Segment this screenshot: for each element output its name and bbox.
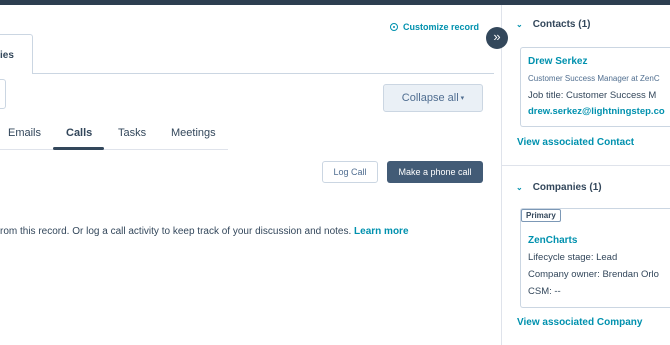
company-name-link[interactable]: ZenCharts bbox=[528, 235, 577, 246]
contacts-section-title: Contacts (1) bbox=[532, 19, 591, 30]
active-tab-indicator bbox=[53, 147, 104, 150]
contact-email-link[interactable]: drew.serkez@lightningstep.co bbox=[528, 106, 665, 117]
activity-tabs: Emails Calls Tasks Meetings bbox=[0, 124, 228, 150]
log-call-button[interactable]: Log Call bbox=[322, 161, 378, 183]
contacts-section-header[interactable]: ⌄ Contacts (1) bbox=[516, 19, 591, 30]
double-chevron-icon: » bbox=[493, 29, 501, 44]
caret-down-icon: ▾ bbox=[460, 95, 465, 102]
companies-section-title: Companies (1) bbox=[532, 182, 602, 193]
empty-state-text: rom this record. Or log a call activity … bbox=[0, 226, 352, 237]
companies-section-header[interactable]: ⌄ Companies (1) bbox=[516, 182, 602, 193]
primary-badge: Primary bbox=[521, 209, 561, 222]
tab-tasks[interactable]: Tasks bbox=[118, 127, 146, 139]
record-tab-active[interactable]: ies bbox=[0, 34, 33, 74]
search-input[interactable] bbox=[0, 79, 6, 109]
make-phone-call-button[interactable]: Make a phone call bbox=[387, 161, 483, 183]
company-card: Primary ZenCharts Lifecycle stage: Lead … bbox=[520, 208, 670, 308]
customize-record-label: Customize record bbox=[403, 22, 480, 32]
company-csm: CSM: -- bbox=[528, 286, 561, 297]
log-call-label: Log Call bbox=[333, 167, 367, 177]
right-sidebar: ⌄ Contacts (1) Drew Serkez Customer Succ… bbox=[502, 5, 670, 345]
collapse-all-label: Collapse all bbox=[401, 92, 459, 104]
learn-more-link[interactable]: Learn more bbox=[354, 226, 408, 237]
contact-card: Drew Serkez Customer Success Manager at … bbox=[520, 47, 670, 127]
expand-sidebar-toggle[interactable]: » bbox=[486, 27, 508, 49]
company-lifecycle-stage: Lifecycle stage: Lead bbox=[528, 252, 618, 263]
tab-emails[interactable]: Emails bbox=[8, 127, 41, 139]
company-owner: Company owner: Brendan Orlo bbox=[528, 269, 659, 280]
make-phone-call-label: Make a phone call bbox=[398, 167, 472, 177]
tab-calls[interactable]: Calls bbox=[66, 127, 92, 139]
record-tabs-divider bbox=[0, 73, 494, 74]
customize-record-link[interactable]: Customize record bbox=[390, 22, 479, 32]
empty-state-message: rom this record. Or log a call activity … bbox=[0, 226, 409, 237]
record-tab-label: ies bbox=[0, 50, 14, 61]
contact-headline: Customer Success Manager at ZenC bbox=[528, 74, 660, 83]
contact-name-link[interactable]: Drew Serkez bbox=[528, 56, 587, 67]
section-divider bbox=[502, 165, 670, 166]
chevron-down-icon: ⌄ bbox=[516, 183, 523, 192]
chevron-down-icon: ⌄ bbox=[516, 20, 523, 29]
view-associated-contact-link[interactable]: View associated Contact bbox=[517, 137, 634, 148]
tab-meetings[interactable]: Meetings bbox=[171, 127, 216, 139]
collapse-all-button[interactable]: Collapse all ▾ bbox=[383, 84, 483, 112]
contact-job-title: Job title: Customer Success M bbox=[528, 90, 657, 101]
gear-icon bbox=[390, 23, 398, 31]
view-associated-company-link[interactable]: View associated Company bbox=[517, 317, 642, 328]
